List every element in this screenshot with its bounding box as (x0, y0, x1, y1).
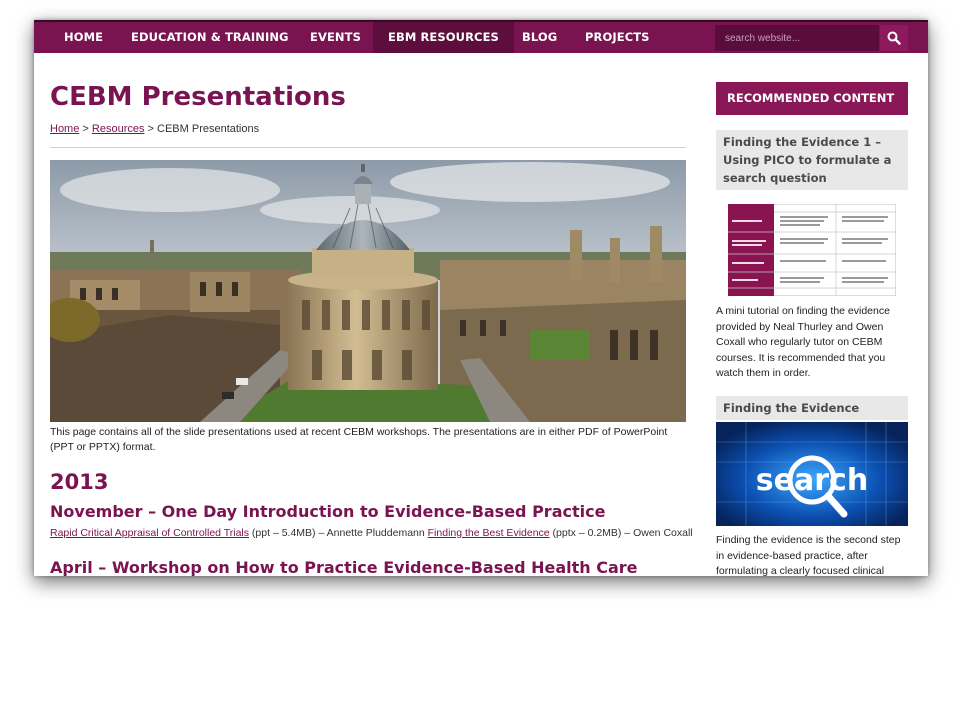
search-icon (887, 31, 901, 45)
card-title-pico[interactable]: Finding the Evidence 1 – Using PICO to f… (716, 130, 908, 190)
recommended-content-heading: RECOMMENDED CONTENT (716, 82, 908, 115)
breadcrumb-home-link[interactable]: Home (50, 123, 79, 135)
pico-table-thumbnail[interactable] (727, 203, 897, 297)
card-title-finding-evidence[interactable]: Finding the Evidence (716, 396, 908, 420)
nav-events[interactable]: EVENTS (295, 22, 376, 53)
link-meta: (pptx – 0.2MB) – Owen Coxall (549, 527, 693, 539)
breadcrumb: Home > Resources > CEBM Presentations (50, 123, 259, 135)
link-finding-best-evidence[interactable]: Finding the Best Evidence (428, 527, 550, 539)
search-box (715, 25, 879, 51)
hero-image-oxford (50, 160, 686, 422)
browser-page: HOME EDUCATION & TRAINING EVENTS EBM RES… (34, 20, 928, 576)
link-meta: (ppt – 5.4MB) – Annette Pluddemann (249, 527, 428, 539)
search-thumbnail[interactable]: search (716, 422, 908, 526)
card-description-finding-evidence: Finding the evidence is the second step … (716, 534, 901, 576)
presentation-links: Rapid Critical Appraisal of Controlled T… (50, 527, 693, 539)
breadcrumb-separator: > (144, 123, 158, 135)
nav-home[interactable]: HOME (49, 22, 118, 53)
nav-ebm-resources[interactable]: EBM RESOURCES (373, 22, 514, 53)
section-heading-november: November – One Day Introduction to Evide… (50, 502, 606, 521)
link-rapid-critical-appraisal[interactable]: Rapid Critical Appraisal of Controlled T… (50, 527, 249, 539)
card-description-pico: A mini tutorial on finding the evidence … (716, 305, 890, 380)
divider (50, 147, 686, 148)
thumb-search-text: search (756, 463, 868, 498)
breadcrumb-current: CEBM Presentations (157, 123, 260, 135)
breadcrumb-separator: > (79, 123, 92, 135)
breadcrumb-resources-link[interactable]: Resources (92, 123, 145, 135)
nav-blog[interactable]: BLOG (507, 22, 572, 53)
section-heading-april: April – Workshop on How to Practice Evid… (50, 558, 638, 576)
main-nav: HOME EDUCATION & TRAINING EVENTS EBM RES… (34, 20, 928, 53)
nav-education-training[interactable]: EDUCATION & TRAINING (116, 22, 304, 53)
nav-projects[interactable]: PROJECTS (570, 22, 665, 53)
page-title: CEBM Presentations (50, 82, 346, 112)
year-heading: 2013 (50, 470, 109, 494)
search-button[interactable] (880, 25, 908, 51)
search-input[interactable] (715, 25, 879, 51)
intro-text: This page contains all of the slide pres… (50, 426, 668, 453)
